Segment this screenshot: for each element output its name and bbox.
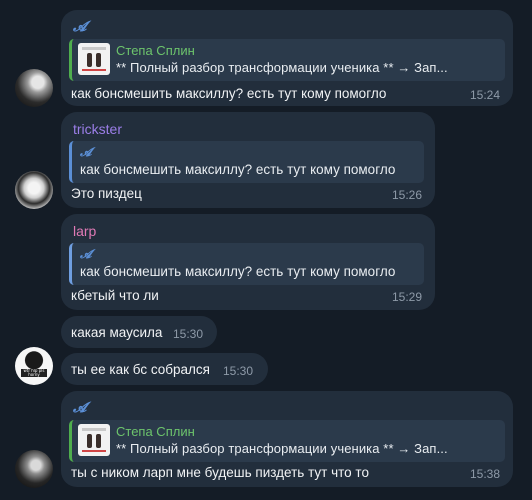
reply-quote[interactable]: Степа Сплин ** Полный разбор трансформац…	[69, 420, 505, 462]
quote-text: ** Полный разбор трансформации ученика *…	[116, 60, 448, 75]
message-bubble[interactable]: trickster 𝓐 как бонсмешить максиллу? ест…	[61, 112, 435, 208]
user-avatar[interactable]	[15, 69, 53, 107]
user-avatar[interactable]	[15, 171, 53, 209]
quote-author-icon: 𝓐	[80, 247, 92, 261]
message-bubble[interactable]: 𝓐 Степа Сплин ** Полный разбор трансформ…	[61, 391, 513, 487]
message-bubble[interactable]: ты ее как бс собрался 15:30	[61, 353, 268, 385]
reply-quote[interactable]: 𝓐 как бонсмешить максиллу? есть тут кому…	[69, 243, 424, 285]
user-avatar[interactable]: wtr hlp pls horny	[15, 347, 53, 385]
reply-quote[interactable]: 𝓐 как бонсмешить максиллу? есть тут кому…	[69, 141, 424, 183]
quote-text: как бонсмешить максиллу? есть тут кому п…	[80, 162, 396, 177]
quote-thumbnail	[78, 43, 110, 75]
quote-thumbnail	[78, 424, 110, 456]
message-text: кбетый что ли	[71, 288, 159, 303]
message-time: 15:38	[469, 467, 500, 481]
message-text: как бонсмешить максиллу? есть тут кому п…	[71, 86, 387, 101]
sender-icon[interactable]: 𝓐	[73, 399, 87, 417]
quote-author: Степа Сплин	[116, 424, 195, 439]
quote-text: ** Полный разбор трансформации ученика *…	[116, 441, 448, 456]
avatar-caption: wtr hlp pls horny	[21, 369, 47, 377]
message-time: 15:26	[391, 188, 422, 202]
message-bubble[interactable]: какая маусила 15:30	[61, 316, 217, 348]
message-text: ты с ником ларп мне будешь пиздеть тут ч…	[71, 465, 369, 480]
message-time: 15:30	[173, 327, 204, 341]
message-time: 15:29	[391, 290, 422, 304]
quote-author-icon: 𝓐	[80, 145, 92, 159]
sender-name[interactable]: larp	[73, 222, 96, 240]
quote-author: Степа Сплин	[116, 43, 195, 58]
sender-name[interactable]: trickster	[73, 120, 122, 138]
message-text: ты ее как бс собрался	[71, 362, 210, 377]
message-bubble[interactable]: 𝓐 Степа Сплин ** Полный разбор трансформ…	[61, 10, 513, 106]
message-text: какая маусила	[71, 325, 163, 340]
message-time: 15:24	[469, 88, 500, 102]
reply-quote[interactable]: Степа Сплин ** Полный разбор трансформац…	[69, 39, 505, 81]
message-text: Это пиздец	[71, 186, 142, 201]
message-bubble[interactable]: larp 𝓐 как бонсмешить максиллу? есть тут…	[61, 214, 435, 310]
chat-history[interactable]: 𝓐 Степа Сплин ** Полный разбор трансформ…	[0, 0, 532, 500]
message-time: 15:30	[223, 364, 254, 378]
user-avatar[interactable]	[15, 450, 53, 488]
sender-icon[interactable]: 𝓐	[73, 18, 87, 36]
quote-text: как бонсмешить максиллу? есть тут кому п…	[80, 264, 396, 279]
